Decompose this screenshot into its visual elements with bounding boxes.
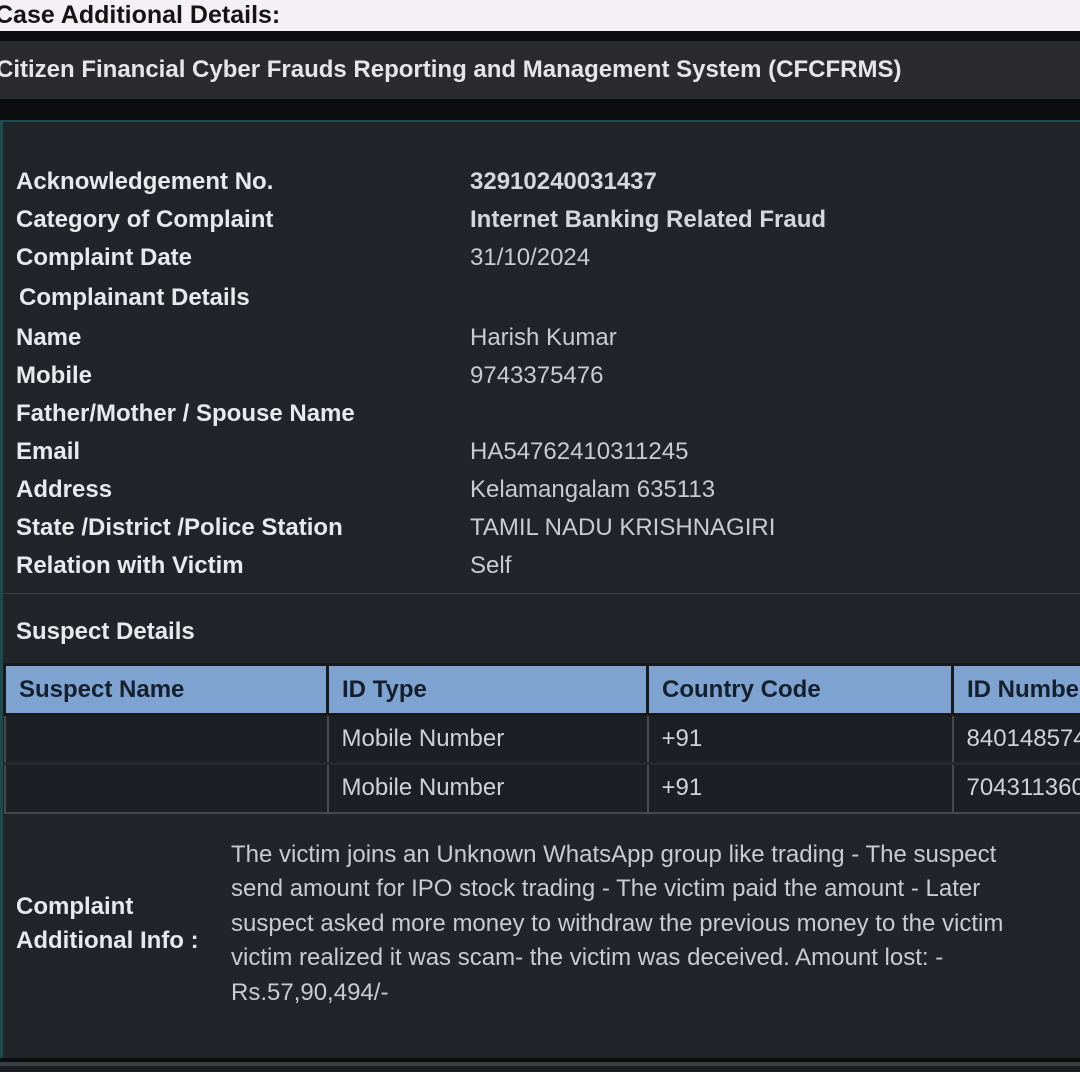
field-value: Harish Kumar (470, 324, 617, 352)
field-label: Address (3, 476, 470, 504)
additional-info-label-line1: Complaint (16, 890, 231, 924)
cell-id-number: 704311360 (953, 764, 1080, 813)
field-row-state-district: State /District /Police Station TAMIL NA… (3, 509, 1080, 547)
field-value: Internet Banking Related Fraud (470, 206, 826, 234)
field-row-relation: Relation with Victim Self (3, 547, 1080, 585)
field-label: Mobile (3, 362, 470, 390)
system-header-title: Citizen Financial Cyber Frauds Reporting… (0, 41, 1080, 99)
page-title: Case Additional Details: (0, 0, 1080, 30)
bottom-bar (0, 1066, 1080, 1072)
cell-country-code: +91 (648, 764, 953, 813)
col-header-suspect-name: Suspect Name (5, 665, 328, 715)
field-row-parent-spouse: Father/Mother / Spouse Name (3, 395, 1080, 433)
suspect-table: Suspect Name ID Type Country Code ID Num… (3, 663, 1080, 814)
additional-info-line: The victim joins an Unknown WhatsApp gro… (231, 838, 1003, 873)
additional-info-text: The victim joins an Unknown WhatsApp gro… (231, 838, 1003, 1011)
field-value: Kelamangalam 635113 (470, 476, 715, 504)
field-label: Complaint Date (3, 244, 470, 272)
table-row: Mobile Number +91 840148574 (5, 715, 1080, 764)
complaint-additional-info-section: Complaint Additional Info : The victim j… (3, 838, 1080, 1011)
field-label: State /District /Police Station (3, 514, 470, 542)
complainant-details-heading: Complainant Details (3, 277, 1080, 319)
col-header-id-type: ID Type (328, 665, 648, 715)
table-row: Mobile Number +91 704311360 (5, 764, 1080, 813)
field-label: Name (3, 324, 470, 352)
cell-id-type: Mobile Number (328, 764, 648, 813)
field-value: Self (470, 552, 511, 580)
field-value: TAMIL NADU KRISHNAGIRI (470, 514, 775, 542)
additional-info-line: suspect asked more money to withdraw the… (231, 907, 1003, 942)
system-header-bar: Citizen Financial Cyber Frauds Reporting… (0, 41, 1080, 99)
page-header-strip: Case Additional Details: (0, 0, 1080, 31)
field-row-acknowledgement: Acknowledgement No. 32910240031437 (3, 163, 1080, 201)
field-row-mobile: Mobile 9743375476 (3, 357, 1080, 395)
field-label: Acknowledgement No. (3, 168, 470, 196)
field-value: 31/10/2024 (470, 244, 590, 272)
suspect-details-heading: Suspect Details (3, 616, 1080, 648)
field-row-name: Name Harish Kumar (3, 319, 1080, 357)
case-details-panel: Acknowledgement No. 32910240031437 Categ… (0, 120, 1080, 1058)
cell-suspect-name (5, 764, 328, 813)
field-row-email: Email HA54762410311245 (3, 433, 1080, 471)
section-divider (3, 593, 1080, 594)
field-value: HA54762410311245 (470, 438, 688, 466)
cell-country-code: +91 (648, 715, 953, 764)
col-header-id-number: ID Number (953, 665, 1080, 715)
field-label: Relation with Victim (3, 552, 470, 580)
field-row-address: Address Kelamangalam 635113 (3, 471, 1080, 509)
cell-id-type: Mobile Number (328, 715, 648, 764)
additional-info-line: send amount for IPO stock trading - The … (231, 872, 1003, 907)
field-label: Email (3, 438, 470, 466)
field-value: 9743375476 (470, 362, 603, 390)
field-row-category: Category of Complaint Internet Banking R… (3, 201, 1080, 239)
additional-info-label-line2: Additional Info : (16, 924, 231, 958)
field-value: 32910240031437 (470, 168, 657, 196)
additional-info-line: victim realized it was scam- the victim … (231, 941, 1003, 976)
cell-suspect-name (5, 715, 328, 764)
cell-id-number: 840148574 (953, 715, 1080, 764)
field-label: Category of Complaint (3, 206, 470, 234)
col-header-country-code: Country Code (648, 665, 953, 715)
additional-info-label: Complaint Additional Info : (3, 890, 231, 958)
field-row-complaint-date: Complaint Date 31/10/2024 (3, 239, 1080, 277)
additional-info-line: Rs.57,90,494/- (231, 976, 1003, 1011)
field-label: Father/Mother / Spouse Name (3, 400, 470, 428)
suspect-table-header-row: Suspect Name ID Type Country Code ID Num… (5, 665, 1080, 715)
